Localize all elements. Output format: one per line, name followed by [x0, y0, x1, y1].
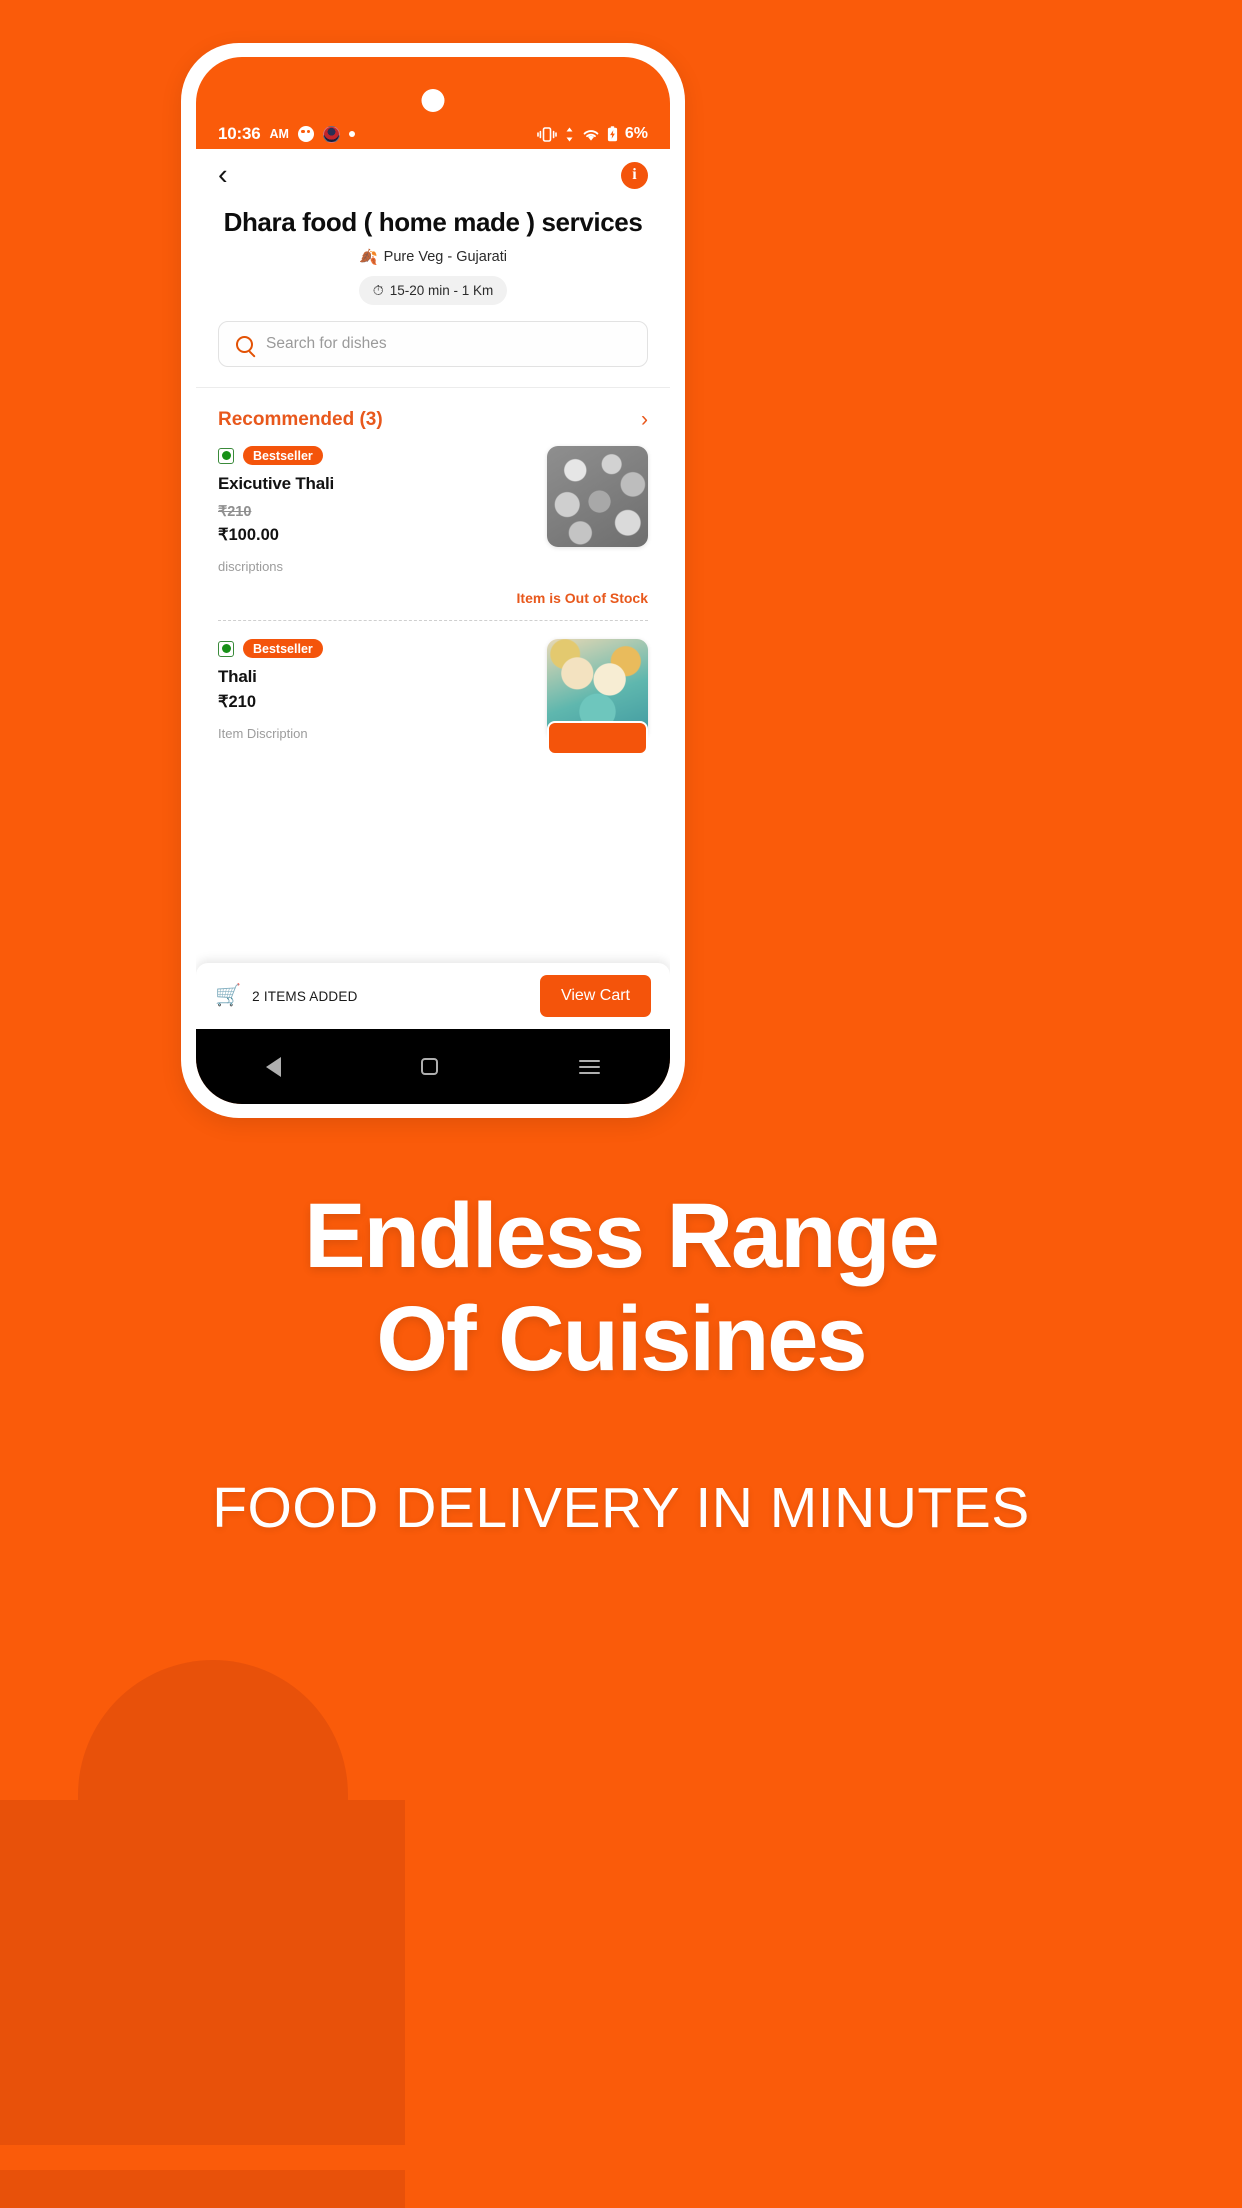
menu-item-price: ₹100.00: [218, 526, 279, 545]
dot-notification-icon: [348, 131, 355, 137]
app-notification-icon: [297, 126, 314, 142]
marketing-tagline: FOOD DELIVERY IN MINUTES: [212, 1476, 1030, 1541]
leaf-icon: 🍂: [358, 249, 378, 267]
wifi-icon: [582, 127, 600, 142]
menu-item-name: Exicutive Thali: [218, 474, 335, 494]
restaurant-cuisine-label: Pure Veg - Gujarati: [383, 249, 507, 266]
avatar-notification-icon: [322, 125, 340, 143]
battery-charging-icon: [607, 126, 618, 142]
menu-item-name: Thali: [218, 667, 257, 687]
camera-punch-hole-icon: [421, 89, 445, 112]
search-box[interactable]: [218, 321, 648, 368]
phone-screen: 10:36 AM 6% ‹ i Dhara food (home made)…: [196, 57, 670, 1104]
search-icon: [236, 335, 253, 353]
phone-mockup-frame: 10:36 AM 6% ‹ i Dhara food (home made)…: [181, 43, 685, 1118]
restaurant-name: Dhara food ( home made ) services: [223, 207, 643, 237]
vibrate-icon: [537, 126, 557, 142]
status-bar-right: 6%: [537, 125, 648, 143]
nav-home-icon[interactable]: [421, 1058, 439, 1075]
view-cart-button[interactable]: View Cart: [539, 975, 651, 1017]
app-top-bar: ‹ i: [196, 149, 670, 201]
out-of-stock-label: Item is Out of Stock: [516, 590, 648, 607]
menu-item-description: discriptions: [218, 559, 284, 575]
delivery-info-label: 15-20 min - 1 Km: [389, 283, 494, 299]
status-time: 10:36: [218, 124, 261, 143]
marketing-headline: Endless Range Of Cuisines: [0, 1185, 1242, 1391]
menu-item-price-old: ₹210: [218, 504, 252, 521]
status-ampm: AM: [269, 127, 289, 141]
add-to-cart-button[interactable]: [547, 721, 648, 756]
menu-item-description: Item Discription: [218, 726, 308, 742]
delivery-info-pill: ⏱ 15-20 min - 1 Km: [358, 276, 508, 306]
battery-percentage: 6%: [624, 125, 648, 142]
menu-item-price: ₹210: [218, 693, 257, 712]
status-bar: 10:36 AM 6%: [196, 119, 670, 149]
nav-menu-icon[interactable]: [578, 1056, 600, 1078]
cart-bar: 🛒 2 ITEMS ADDED View Cart: [196, 963, 670, 1029]
menu-item-tags: Bestseller: [218, 639, 533, 659]
bestseller-badge: Bestseller: [243, 639, 323, 659]
restaurant-cuisine-line: 🍂 Pure Veg - Gujarati: [220, 248, 646, 266]
menu-list[interactable]: Recommended (3) › Bestseller Exicutive T…: [196, 388, 670, 999]
restaurant-header: Dhara food ( home made ) services 🍂 Pure…: [196, 201, 670, 306]
data-transfer-icon: [564, 127, 575, 142]
search-input[interactable]: [266, 335, 630, 354]
marketing-headline-line2: Of Cuisines: [376, 1288, 867, 1391]
app-content: ‹ i Dhara food ( home made ) services 🍂 …: [196, 149, 670, 999]
decorative-rect-lower: [0, 2170, 405, 2208]
search-section: [196, 305, 670, 368]
marketing-section: Endless Range Of Cuisines FOOD DELIVERY …: [0, 1185, 1242, 1541]
chevron-right-icon[interactable]: ›: [641, 408, 648, 432]
recommended-section-header[interactable]: Recommended (3) ›: [196, 388, 670, 446]
info-icon[interactable]: i: [621, 161, 648, 189]
decorative-rect-mid: [0, 2030, 405, 2145]
menu-item-image[interactable]: [547, 446, 648, 548]
stopwatch-icon: ⏱: [372, 282, 384, 299]
decorative-rect-upper: [0, 1800, 405, 2030]
marketing-headline-line1: Endless Range: [304, 1185, 940, 1287]
veg-mark-icon: [218, 640, 234, 657]
nav-back-icon[interactable]: [266, 1056, 282, 1077]
cart-items-label: 2 ITEMS ADDED: [252, 988, 358, 1004]
menu-item[interactable]: Bestseller Thali ₹210 Item Discription: [196, 621, 670, 756]
veg-mark-icon: [218, 447, 234, 464]
menu-item-info: Bestseller Exicutive Thali ₹210 ₹100.00 …: [218, 446, 547, 574]
section-title: Recommended (3): [218, 409, 383, 431]
android-nav-bar: [196, 1029, 670, 1104]
menu-item-tags: Bestseller: [218, 446, 533, 466]
shopping-cart-icon: 🛒: [215, 984, 242, 1007]
back-chevron-icon[interactable]: ‹: [218, 160, 228, 190]
status-bar-left: 10:36 AM: [218, 124, 355, 144]
bestseller-badge: Bestseller: [243, 446, 323, 466]
menu-item[interactable]: Bestseller Exicutive Thali ₹210 ₹100.00 …: [196, 446, 670, 574]
menu-item-info: Bestseller Thali ₹210 Item Discription: [218, 639, 547, 741]
